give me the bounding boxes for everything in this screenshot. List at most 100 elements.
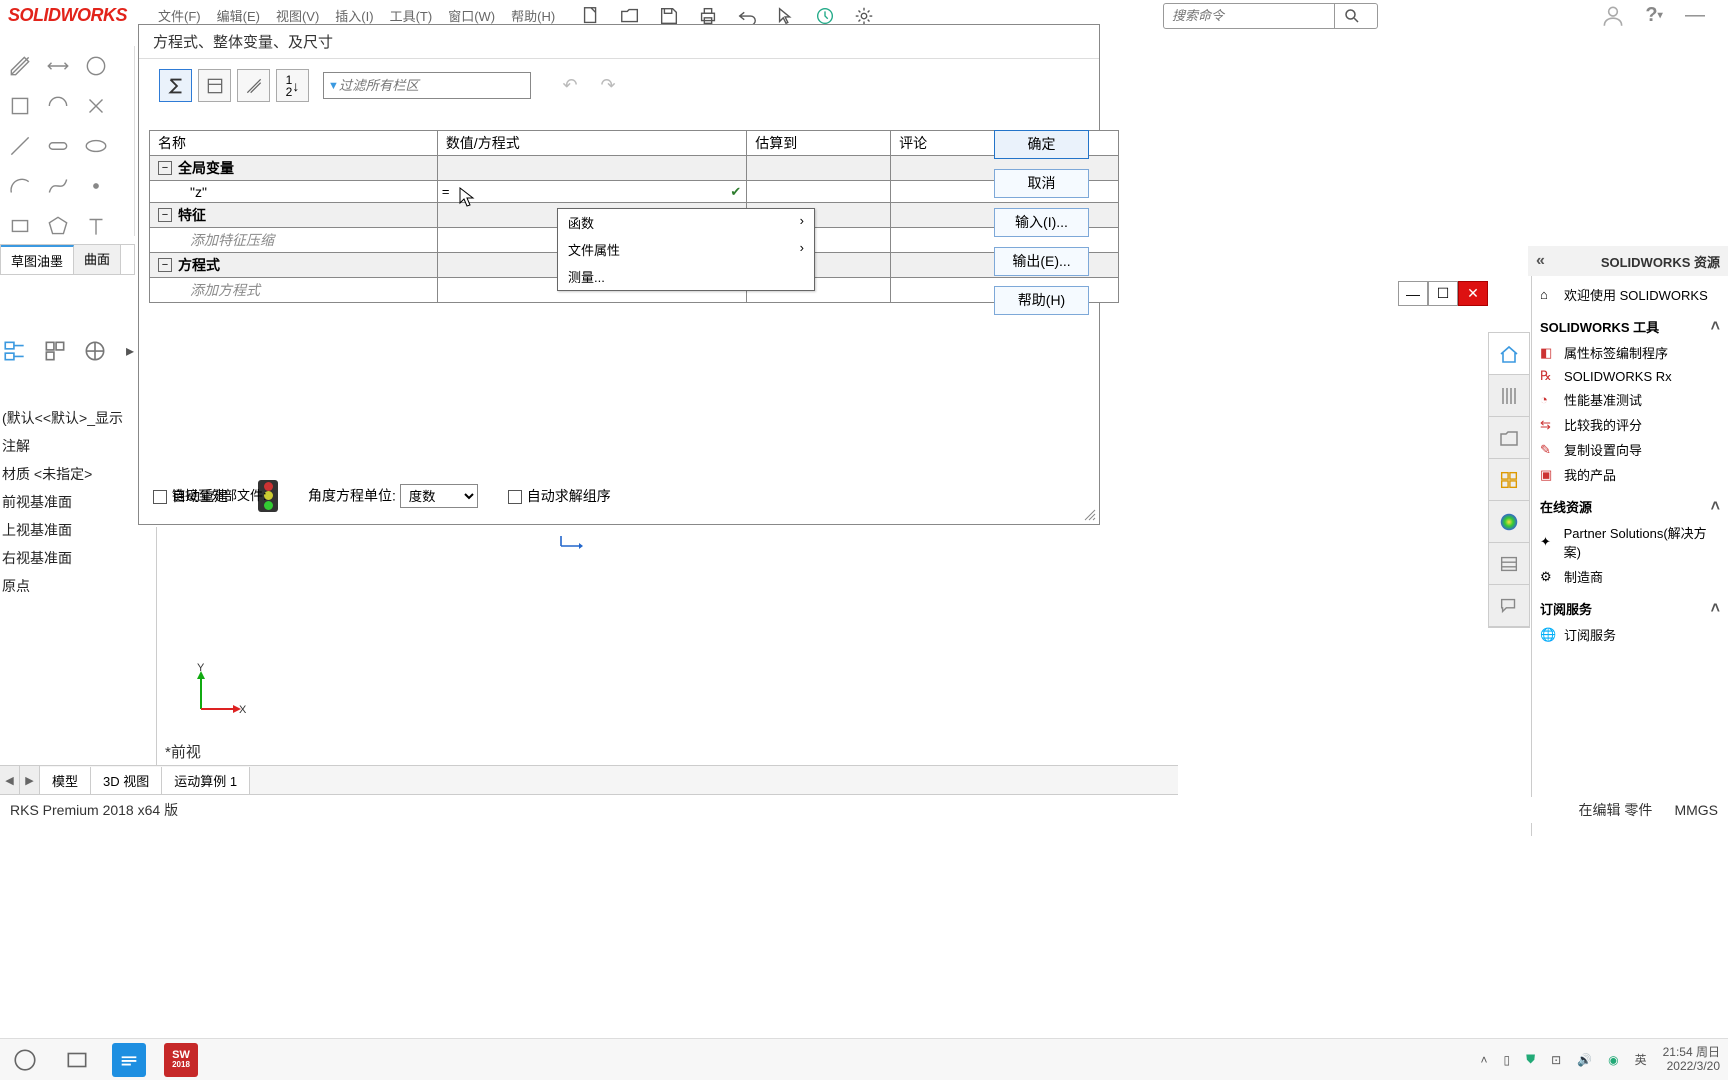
- tree-expand-icon[interactable]: ▸: [122, 336, 138, 366]
- taskbar-app-2[interactable]: [60, 1043, 94, 1077]
- filter-box[interactable]: ▼: [323, 72, 531, 99]
- vt-view-palette[interactable]: [1489, 459, 1529, 501]
- arc-icon[interactable]: [6, 172, 34, 200]
- search-box[interactable]: [1163, 3, 1378, 29]
- user-icon[interactable]: [1600, 3, 1626, 29]
- tab-surface[interactable]: 曲面: [74, 245, 121, 274]
- tools-section[interactable]: SOLIDWORKS 工具˄: [1540, 317, 1720, 336]
- redo-button[interactable]: ↷: [593, 72, 623, 100]
- status-units[interactable]: MMGS: [1674, 802, 1718, 818]
- group-features[interactable]: −特征: [150, 203, 438, 228]
- export-button[interactable]: 输出(E)...: [994, 247, 1089, 276]
- online-manufacturer[interactable]: ⚙制造商: [1540, 564, 1720, 589]
- col-eval-header[interactable]: 估算到: [747, 131, 891, 156]
- doc-close-icon[interactable]: ✕: [1458, 281, 1488, 306]
- col-value-header[interactable]: 数值/方程式: [437, 131, 746, 156]
- undo-button[interactable]: ↶: [555, 72, 585, 100]
- tree-material[interactable]: 材质 <未指定>: [0, 460, 152, 488]
- line-icon[interactable]: [6, 132, 34, 160]
- tree-top-plane[interactable]: 上视基准面: [0, 516, 152, 544]
- tool-rx[interactable]: ℞SOLIDWORKS Rx: [1540, 365, 1720, 387]
- tree-right-plane[interactable]: 右视基准面: [0, 544, 152, 572]
- ellipse-icon[interactable]: [82, 132, 110, 160]
- vt-files[interactable]: [1489, 417, 1529, 459]
- view2-button[interactable]: [237, 69, 270, 102]
- cancel-button[interactable]: 取消: [994, 169, 1089, 198]
- var-value-cell[interactable]: ✔: [437, 181, 746, 203]
- tray-shield-icon[interactable]: ⛊: [1526, 1052, 1535, 1067]
- tray-clock[interactable]: 21:54 周日 2022/3/20: [1663, 1046, 1720, 1072]
- tab-3dview[interactable]: 3D 视图: [91, 767, 162, 794]
- config-icon[interactable]: [42, 336, 68, 366]
- tool-icon-b[interactable]: [44, 92, 72, 120]
- text-icon[interactable]: [82, 212, 110, 240]
- search-input[interactable]: [1164, 8, 1334, 23]
- tab-nav-next[interactable]: ▶: [20, 766, 40, 794]
- accept-check-icon[interactable]: ✔: [730, 184, 741, 200]
- tab-nav-prev[interactable]: ◀: [0, 766, 20, 794]
- var-value-input[interactable]: [438, 181, 746, 202]
- display-icon[interactable]: [82, 336, 108, 366]
- sketch-icon[interactable]: [6, 52, 34, 80]
- var-eval-cell[interactable]: [747, 181, 891, 203]
- filter-input[interactable]: [339, 78, 530, 93]
- slot-icon[interactable]: [44, 132, 72, 160]
- tab-sketch-ink[interactable]: 草图油墨: [1, 245, 74, 274]
- tree-root[interactable]: (默认<<默认>_显示: [0, 404, 152, 432]
- taskbar-app-3[interactable]: [112, 1043, 146, 1077]
- collapse-icon[interactable]: «: [1536, 252, 1545, 270]
- group-global[interactable]: −全局变量: [150, 156, 438, 181]
- tool-icon-a[interactable]: [6, 92, 34, 120]
- equations-placeholder[interactable]: 添加方程式: [150, 278, 438, 303]
- tree-annotations[interactable]: 注解: [0, 432, 152, 460]
- popup-function[interactable]: 函数›: [558, 209, 814, 236]
- tree-origin[interactable]: 原点: [0, 572, 152, 600]
- graphics-viewport[interactable]: YX *前视: [156, 527, 1176, 765]
- tray-network-icon[interactable]: ⊡: [1551, 1053, 1561, 1067]
- doc-maximize-icon[interactable]: ☐: [1428, 281, 1458, 306]
- import-button[interactable]: 输入(I)...: [994, 208, 1089, 237]
- tab-motion[interactable]: 运动算例 1: [162, 767, 250, 794]
- tool-copy-settings[interactable]: ✎复制设置向导: [1540, 437, 1720, 462]
- spline-icon[interactable]: [44, 172, 72, 200]
- ok-button[interactable]: 确定: [994, 130, 1089, 159]
- popup-measure[interactable]: 测量...: [558, 263, 814, 290]
- tool-icon-c[interactable]: [82, 92, 110, 120]
- popup-fileprops[interactable]: 文件属性›: [558, 236, 814, 263]
- resize-grip-icon[interactable]: [1083, 508, 1097, 522]
- tray-battery-icon[interactable]: ▯: [1503, 1053, 1510, 1067]
- tool-my-products[interactable]: ▣我的产品: [1540, 462, 1720, 487]
- vt-forum[interactable]: [1489, 585, 1529, 627]
- polygon-icon[interactable]: [44, 212, 72, 240]
- tool-compare[interactable]: ⇆比较我的评分: [1540, 412, 1720, 437]
- taskbar-solidworks[interactable]: SW2018: [164, 1043, 198, 1077]
- vt-home[interactable]: [1489, 333, 1529, 375]
- tray-volume-icon[interactable]: 🔊: [1577, 1053, 1592, 1067]
- auto-solve-check[interactable]: 自动求解组序: [508, 486, 611, 506]
- col-name-header[interactable]: 名称: [150, 131, 438, 156]
- smart-dim-icon[interactable]: [44, 52, 72, 80]
- tray-up-icon[interactable]: ˄: [1480, 1053, 1487, 1067]
- group-equations[interactable]: −方程式: [150, 253, 438, 278]
- circle-icon[interactable]: [82, 52, 110, 80]
- minimize-icon[interactable]: —: [1682, 3, 1708, 29]
- view1-button[interactable]: [198, 69, 231, 102]
- rect-icon[interactable]: [6, 212, 34, 240]
- tool-benchmark[interactable]: ◔性能基准测试: [1540, 387, 1720, 412]
- var-name-cell[interactable]: "z": [150, 181, 438, 203]
- tree-front-plane[interactable]: 前视基准面: [0, 488, 152, 516]
- sort-button[interactable]: 12↓: [276, 69, 309, 102]
- online-partner[interactable]: ✦Partner Solutions(解决方案): [1540, 520, 1720, 564]
- help-icon[interactable]: ?▾: [1641, 3, 1667, 29]
- tray-ime-lang[interactable]: 英: [1635, 1051, 1647, 1068]
- search-icon[interactable]: [1334, 4, 1368, 28]
- tool-prop-tab[interactable]: ◧属性标签编制程序: [1540, 340, 1720, 365]
- subscribe-section[interactable]: 订阅服务˄: [1540, 599, 1720, 618]
- sigma-button[interactable]: [159, 69, 192, 102]
- link-external-check[interactable]: 链接至外部文件:: [153, 485, 267, 504]
- doc-minimize-icon[interactable]: —: [1398, 281, 1428, 306]
- welcome-link[interactable]: ⌂欢迎使用 SOLIDWORKS: [1540, 282, 1720, 307]
- angle-unit-select[interactable]: 度数: [400, 484, 478, 508]
- vt-custom-props[interactable]: [1489, 543, 1529, 585]
- features-placeholder[interactable]: 添加特征压缩: [150, 228, 438, 253]
